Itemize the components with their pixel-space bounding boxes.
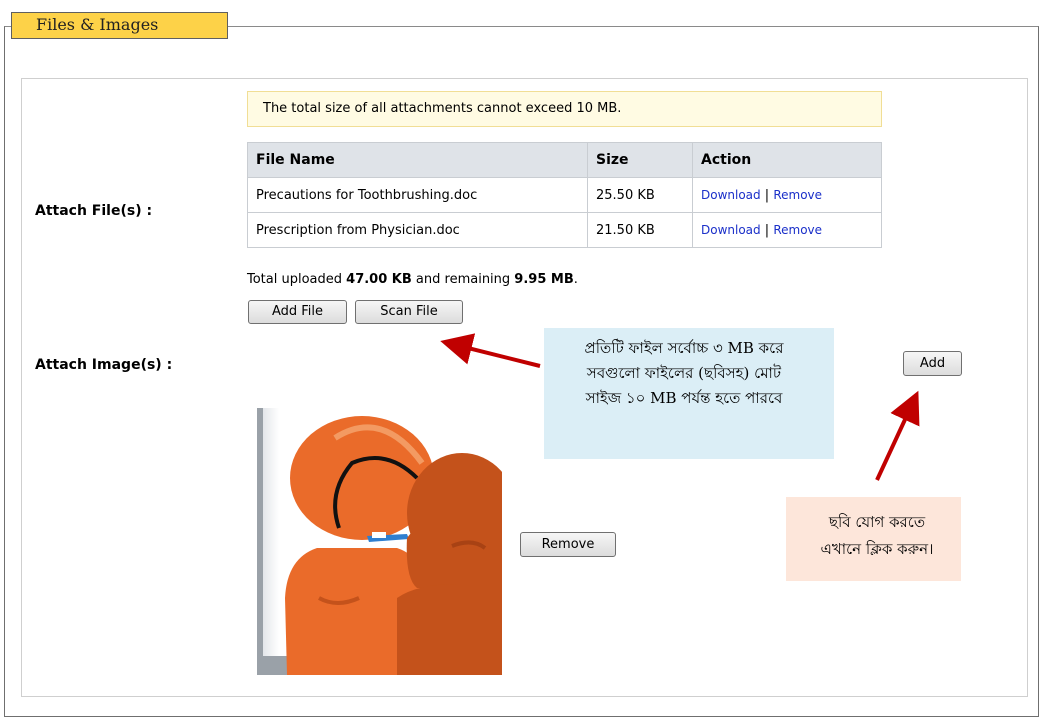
attached-image-thumbnail [257, 408, 517, 675]
table-header-row: File Name Size Action [247, 142, 882, 178]
callout-line: এখানে ক্লিক করুন। [820, 540, 934, 558]
remove-link[interactable]: Remove [773, 188, 822, 202]
total-prefix: Total uploaded [247, 272, 347, 287]
total-remaining-value: 9.95 MB [514, 272, 574, 287]
file-name-cell: Precautions for Toothbrushing.doc [247, 177, 588, 213]
download-link[interactable]: Download [701, 223, 761, 237]
callout-line: ছবি যোগ করতে [828, 513, 926, 531]
column-size: Size [587, 142, 693, 178]
callout-line: প্রতিটি ফাইল সর্বোচ্চ ৩ MB করে [584, 339, 784, 357]
callout-line: সবগুলো ফাইলের (ছবিসহ) মোট [586, 364, 782, 382]
attach-images-label: Attach Image(s) : [35, 357, 173, 373]
upload-summary: Total uploaded 47.00 KB and remaining 9.… [247, 272, 578, 287]
total-uploaded-value: 47.00 KB [346, 272, 412, 287]
total-suffix: . [573, 272, 578, 287]
file-size-cell: 21.50 KB [587, 212, 693, 248]
action-separator: | [764, 187, 770, 203]
add-image-button[interactable]: Add [903, 351, 962, 376]
file-name-cell: Prescription from Physician.doc [247, 212, 588, 248]
callout-line: সাইজ ১০ MB পর্যন্ত হতে পারবে [585, 389, 783, 407]
scan-file-button[interactable]: Scan File [355, 300, 463, 324]
column-file-name: File Name [247, 142, 588, 178]
add-image-callout: ছবি যোগ করতে এখানে ক্লিক করুন। [786, 497, 961, 581]
file-size-cell: 25.50 KB [587, 177, 693, 213]
toothbrushing-illustration [257, 408, 517, 675]
table-row: Prescription from Physician.doc 21.50 KB… [247, 212, 882, 248]
total-middle: and remaining [411, 272, 515, 287]
table-row: Precautions for Toothbrushing.doc 25.50 … [247, 177, 882, 213]
attach-files-label: Attach File(s) : [35, 203, 153, 219]
file-action-cell: Download | Remove [692, 212, 882, 248]
action-separator: | [764, 222, 770, 238]
remove-link[interactable]: Remove [773, 223, 822, 237]
file-action-cell: Download | Remove [692, 177, 882, 213]
attached-files-table: File Name Size Action Precautions for To… [247, 142, 882, 248]
file-limit-callout: প্রতিটি ফাইল সর্বোচ্চ ৩ MB করে সবগুলো ফা… [544, 328, 834, 459]
add-file-button[interactable]: Add File [248, 300, 347, 324]
column-action: Action [692, 142, 882, 178]
section-title: Files & Images [11, 12, 228, 39]
remove-image-button[interactable]: Remove [520, 532, 616, 557]
size-limit-notice: The total size of all attachments cannot… [247, 91, 882, 127]
download-link[interactable]: Download [701, 188, 761, 202]
